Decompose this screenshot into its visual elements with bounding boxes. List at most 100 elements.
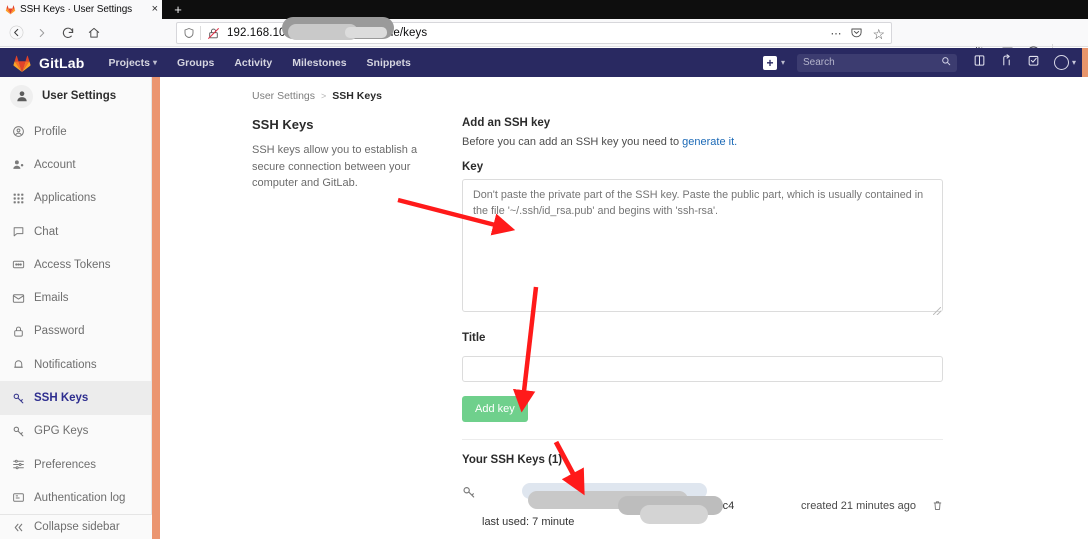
gitlab-logo-icon[interactable] [12,53,32,73]
key-row-redaction-4 [640,505,708,524]
sidebar-item-applications[interactable]: Applications [0,182,151,215]
sidebar-item-ssh-keys-label: SSH Keys [34,392,89,405]
insecure-lock-icon[interactable] [207,27,220,40]
page-actions-icon[interactable]: ⋯ [830,28,841,40]
navbar-right-accent [1082,48,1088,77]
nav-link-snippets[interactable]: Snippets [367,57,411,69]
issues-icon[interactable] [973,54,986,72]
breadcrumb-parent[interactable]: User Settings [252,90,315,102]
nav-link-milestones[interactable]: Milestones [292,57,346,69]
sidebar-user-header: User Settings [0,77,151,115]
tab-title: SSH Keys · User Settings [20,4,133,15]
resize-handle[interactable] [933,307,941,315]
emails-icon [11,292,25,305]
key-created-time: created 21 minutes ago [801,500,916,512]
chevron-down-icon: ▾ [1071,58,1076,67]
sidebar-item-password[interactable]: Password [0,315,151,348]
breadcrumb-separator: > [321,91,327,101]
main-content: User Settings > SSH Keys SSH Keys SSH ke… [160,77,1088,539]
collapse-sidebar-label: Collapse sidebar [34,521,120,533]
pocket-icon[interactable] [850,26,863,42]
bookmark-star-icon[interactable]: ☆ [872,27,885,41]
site-shield-icon[interactable] [183,27,195,39]
access-tokens-icon [11,258,25,271]
double-chevron-left-icon [11,521,25,534]
sidebar-item-preferences-label: Preferences [34,458,97,471]
gitlab-navbar-right: + ▾ Search ▾ [762,48,1088,77]
add-key-button[interactable]: Add key [462,396,528,422]
user-avatar-menu[interactable]: ▾ [1053,55,1076,70]
nav-link-activity[interactable]: Activity [234,57,272,69]
gpg-keys-icon [11,425,25,438]
nav-link-groups[interactable]: Groups [177,57,214,69]
your-ssh-keys-heading: Your SSH Keys (1) [462,454,563,466]
sidebar-item-applications-label: Applications [34,192,97,205]
sidebar-item-chat[interactable]: Chat [0,215,151,248]
sidebar-item-notifications[interactable]: Notifications [0,348,151,381]
form-subtitle-text: Before you can add an SSH key you need t… [462,136,683,148]
section-divider [462,439,943,440]
gitlab-nav-icons: ▾ [973,53,1076,72]
sidebar-item-ssh-keys[interactable]: SSH Keys [0,381,151,415]
page-description: SSH keys allow you to establish a secure… [252,144,418,189]
avatar [1053,55,1069,70]
generate-it-link[interactable]: generate it. [682,136,737,148]
sidebar-item-notifications-label: Notifications [34,358,97,371]
todos-icon[interactable] [1027,54,1040,72]
gitlab-navbar: GitLab Projects ▾ Groups Activity Milest… [0,48,1088,77]
add-ssh-key-form: Add an SSH key Before you can add an SSH… [462,117,947,531]
sidebar-item-profile-label: Profile [34,125,67,138]
sidebar-item-chat-label: Chat [34,225,59,238]
notifications-icon [11,358,25,371]
browser-tab[interactable]: SSH Keys · User Settings × [0,0,162,19]
url-redaction-blob-3 [345,27,387,38]
gitlab-brand[interactable]: GitLab [39,55,85,71]
sidebar-item-profile[interactable]: Profile [0,115,151,148]
sidebar-item-gpg-keys[interactable]: GPG Keys [0,415,151,448]
gitlab-favicon [5,4,16,15]
new-tab-button[interactable]: + [163,0,193,19]
title-input[interactable] [462,356,943,382]
breadcrumb: User Settings > SSH Keys [160,77,1088,102]
tab-strip: SSH Keys · User Settings × + [0,0,1088,19]
form-subtitle: Before you can add an SSH key you need t… [462,136,947,148]
forward-icon[interactable] [29,20,55,46]
form-heading: Add an SSH key [462,117,551,129]
breadcrumb-current: SSH Keys [332,90,382,102]
sidebar-item-account[interactable]: Account [0,148,151,181]
sidebar-item-gpg-keys-label: GPG Keys [34,425,89,438]
sidebar-item-password-label: Password [34,325,85,338]
preferences-icon [11,458,25,471]
browser-navigation-bar: 192.168.107 ile/keys ⋯ ☆ [0,17,1088,60]
chevron-down-icon: ▾ [152,58,157,67]
back-icon[interactable] [3,20,29,46]
new-dropdown-button[interactable]: + ▾ [762,55,785,70]
plus-icon: + [762,55,777,70]
home-icon[interactable] [81,20,107,46]
trash-icon[interactable] [916,483,943,531]
password-icon [11,325,25,338]
url-divider [200,26,201,40]
sidebar-item-authentication-log[interactable]: Authentication log [0,481,151,514]
ssh-keys-info-panel: SSH Keys SSH keys allow you to establish… [252,117,462,531]
title-field-label: Title [462,332,486,344]
authentication-log-icon [11,491,25,504]
search-icon [941,56,951,69]
tab-close-icon[interactable]: × [150,4,158,15]
sidebar-item-authentication-log-label: Authentication log [34,491,126,504]
sidebar-item-access-tokens[interactable]: Access Tokens [0,248,151,281]
search-input[interactable]: Search [803,57,941,68]
key-input[interactable] [462,179,943,312]
page-title: SSH Keys [252,117,314,132]
sidebar-accent-bar [152,77,160,539]
nav-link-projects[interactable]: Projects ▾ [109,57,157,69]
user-avatar-icon [10,84,33,108]
nav-link-projects-label: Projects [108,56,150,69]
search-box[interactable]: Search [796,53,957,72]
sidebar-item-emails[interactable]: Emails [0,281,151,314]
merge-requests-icon[interactable] [1000,53,1013,72]
sidebar-item-emails-label: Emails [34,292,69,305]
collapse-sidebar-button[interactable]: Collapse sidebar [0,514,152,539]
sidebar-item-preferences[interactable]: Preferences [0,448,151,481]
reload-icon[interactable] [55,20,81,46]
